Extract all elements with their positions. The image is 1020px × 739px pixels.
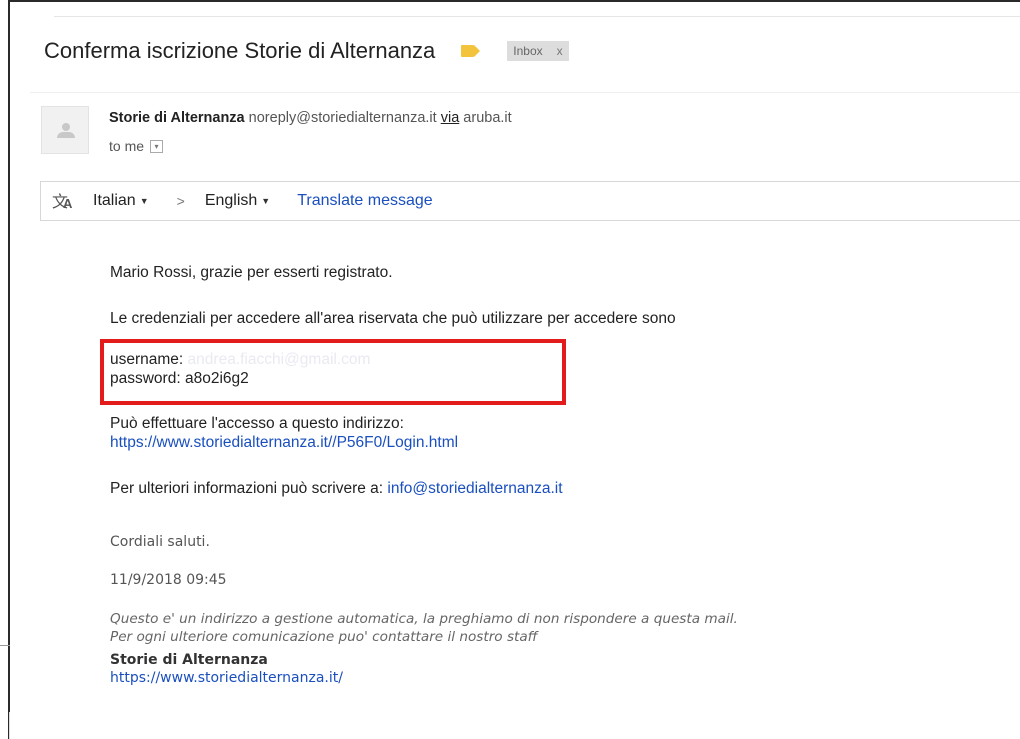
closing-text: Cordiali saluti. xyxy=(110,534,210,550)
greeting: Mario Rossi, grazie per esserti registra… xyxy=(110,264,393,281)
person-icon-head xyxy=(62,123,70,131)
credentials-highlight-box xyxy=(100,339,566,405)
email-subject: Conferma iscrizione Storie di Alternanza xyxy=(44,38,436,63)
email-date: 11/9/2018 09:45 xyxy=(110,572,227,588)
access-block: Può effettuare l'accesso a questo indiri… xyxy=(110,414,458,452)
more-info-line: Per ulteriori informazioni può scrivere … xyxy=(110,480,563,498)
login-url-link[interactable]: https://www.storiedialternanza.it//P56F0… xyxy=(110,433,458,452)
target-language-dropdown[interactable]: English ▼ xyxy=(205,192,270,210)
signature-url-link[interactable]: https://www.storiedialternanza.it/ xyxy=(110,670,343,686)
top-divider xyxy=(54,16,1020,17)
translate-bar: 文A Italian ▼ > English ▼ Translate messa… xyxy=(40,181,1020,221)
source-language-dropdown[interactable]: Italian ▼ xyxy=(93,192,149,210)
info-email-link[interactable]: info@storiedialternanza.it xyxy=(387,480,562,497)
window-top-border xyxy=(8,0,1020,8)
note-line-2: Per ogni ulteriore comunicazione puo' co… xyxy=(110,629,538,645)
sender-email: noreply@storiedialternanza.it xyxy=(248,110,437,126)
translate-icon: 文A xyxy=(52,194,73,211)
inbox-label-text: Inbox xyxy=(513,44,543,58)
window-left-border xyxy=(8,0,10,739)
sender-line: Storie di Alternanza noreply@storiedialt… xyxy=(109,110,512,126)
source-language-label: Italian xyxy=(93,192,136,209)
arrow-right-icon: > xyxy=(176,193,185,209)
label-tag-icon[interactable] xyxy=(461,45,481,57)
recipient-text: to me xyxy=(109,138,145,154)
target-language-label: English xyxy=(204,192,258,209)
auto-reply-note: Questo e' un indirizzo a gestione automa… xyxy=(110,610,738,646)
more-info-text: Per ulteriori informazioni può scrivere … xyxy=(110,480,384,497)
remove-label-button[interactable]: x xyxy=(557,44,563,58)
sender-domain: aruba.it xyxy=(463,110,512,126)
person-icon-body xyxy=(57,132,75,138)
inbox-label-chip[interactable]: Inbox x xyxy=(507,41,569,61)
note-line-1: Questo e' un indirizzo a gestione automa… xyxy=(110,611,738,627)
header-divider xyxy=(30,92,1020,93)
left-edge-tick xyxy=(0,645,10,647)
via-link[interactable]: via xyxy=(441,110,460,126)
chevron-down-icon: ▼ xyxy=(139,196,149,206)
signature-name: Storie di Alternanza xyxy=(110,652,268,668)
left-edge-marker xyxy=(0,712,10,739)
sender-avatar[interactable] xyxy=(41,106,89,154)
subject-row: Conferma iscrizione Storie di Alternanza… xyxy=(44,38,569,64)
recipient-line: to me ▾ xyxy=(109,138,164,154)
credentials-intro: Le credenziali per accedere all'area ris… xyxy=(110,310,676,327)
recipient-details-dropdown[interactable]: ▾ xyxy=(150,139,164,153)
access-text: Può effettuare l'accesso a questo indiri… xyxy=(110,415,404,432)
sender-name[interactable]: Storie di Alternanza xyxy=(109,110,245,126)
translate-message-link[interactable]: Translate message xyxy=(297,192,432,210)
chevron-down-icon: ▼ xyxy=(261,196,271,206)
